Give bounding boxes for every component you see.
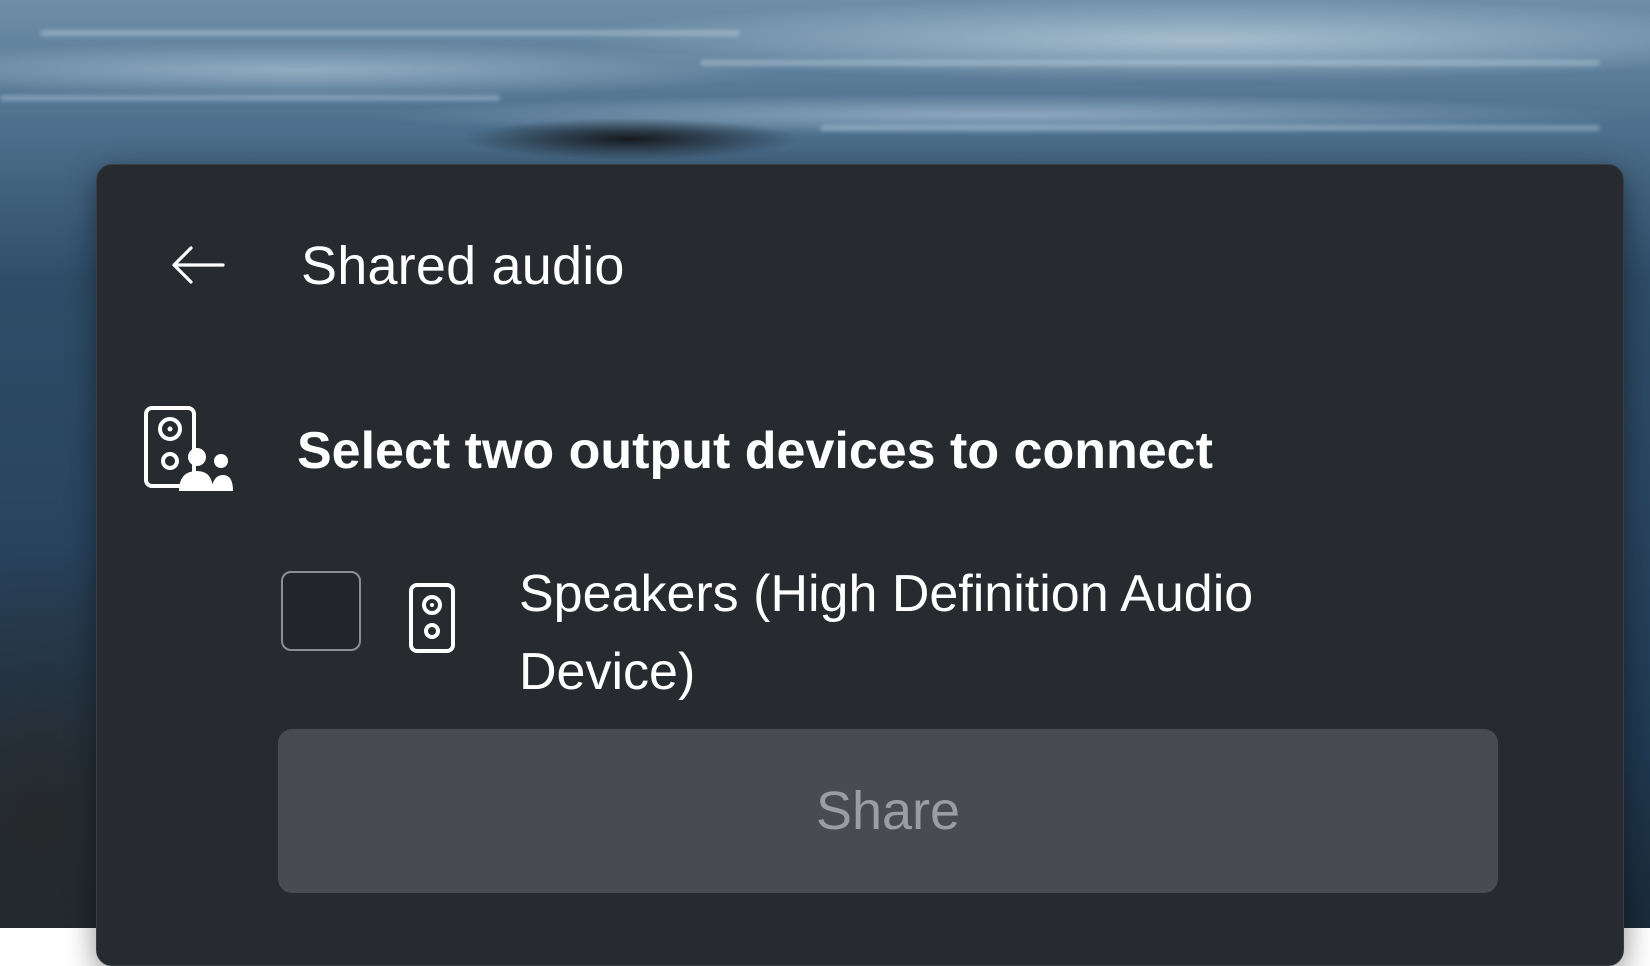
wallpaper-streak	[820, 125, 1600, 131]
device-list-item[interactable]: Speakers (High Definition Audio Device)	[97, 555, 1623, 701]
section-label: Select two output devices to connect	[297, 422, 1213, 480]
speaker-icon	[409, 583, 455, 653]
wallpaper-streak	[0, 95, 500, 101]
device-label: Speakers (High Definition Audio Device)	[519, 565, 1254, 701]
page-title: Shared audio	[301, 236, 625, 296]
shared-speakers-icon	[144, 406, 233, 491]
wallpaper-rocks	[460, 118, 800, 160]
shared-audio-flyout: Shared audio Select two output devices t…	[96, 164, 1624, 966]
arrow-left-icon	[172, 246, 225, 284]
wallpaper-streak	[40, 30, 740, 36]
flyout-header: Shared audio	[97, 165, 1623, 325]
back-button[interactable]	[161, 229, 233, 301]
share-button-label: Share	[815, 781, 961, 841]
wallpaper-streak	[700, 60, 1600, 66]
device-checkbox[interactable]	[281, 571, 361, 651]
section-header: Select two output devices to connect	[97, 405, 1623, 505]
share-button[interactable]: Share	[278, 729, 1498, 893]
